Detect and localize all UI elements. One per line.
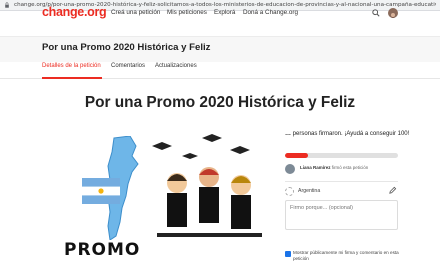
petition-title-small: Por una Promo 2020 Histórica y Feliz — [42, 42, 211, 53]
tab-details[interactable]: Detalles de la petición — [42, 63, 101, 69]
user-avatar[interactable] — [388, 8, 398, 18]
nav-donate[interactable]: Doná a Change.org — [243, 9, 298, 16]
signer-avatar-placeholder — [285, 187, 294, 196]
promo-banner-text: PROMO — [64, 240, 141, 260]
graduates-cartoon-icon — [157, 167, 262, 237]
argentina-flag-icon — [82, 178, 120, 204]
signers-count-text: … personas firmaron. ¡Ayudá a conseguir … — [285, 130, 415, 138]
active-tab-indicator — [42, 77, 102, 79]
change-logo[interactable]: change.org — [42, 5, 107, 19]
recent-signer-avatar — [285, 164, 295, 174]
search-icon[interactable] — [372, 9, 380, 17]
show-publicly-checkbox[interactable] — [285, 251, 291, 262]
petition-image: PROMO — [62, 128, 264, 262]
signatures-progress-bar — [285, 153, 398, 158]
sidebar-divider — [285, 181, 398, 182]
tab-updates[interactable]: Actualizaciones — [155, 63, 197, 69]
lock-icon — [5, 2, 9, 8]
comment-input[interactable] — [285, 200, 398, 230]
progress-fill — [285, 153, 308, 158]
signer-location: Argentina — [298, 188, 321, 194]
recent-signer-action: firmó esta petición — [330, 165, 369, 170]
tab-comments[interactable]: Comentarios — [111, 63, 145, 69]
nav-explore[interactable]: Explorá — [214, 9, 235, 16]
recent-signer-name: Liana Ramírez — [300, 165, 331, 170]
show-publicly-label: Mostrar públicamente mi firma y comentar… — [293, 250, 399, 261]
recent-signer-text: Liana Ramírez firmó esta petición — [300, 165, 368, 170]
nav-my-petitions[interactable]: Mis peticiones — [167, 9, 207, 16]
page-title: Por una Promo 2020 Histórica y Feliz — [84, 94, 356, 111]
edit-icon[interactable] — [388, 186, 397, 195]
nav-create-petition[interactable]: Creá una petición — [111, 9, 160, 16]
signers-goal-text: personas firmaron. ¡Ayudá a conseguir 10… — [291, 131, 410, 137]
